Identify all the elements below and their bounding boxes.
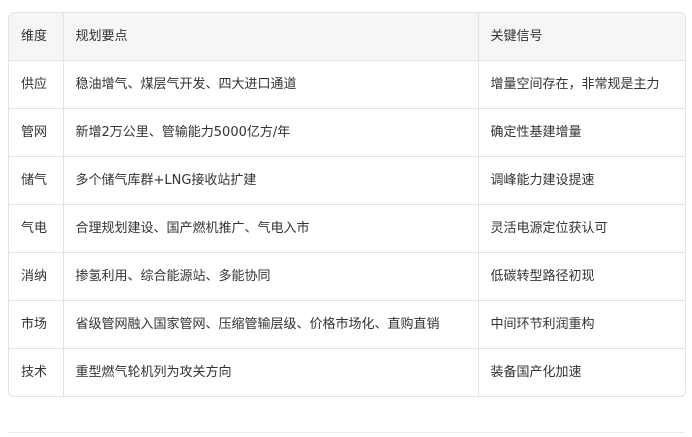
cell-key-signal: 灵活电源定位获认可 [478,204,685,253]
cell-dimension: 市场 [9,300,64,349]
header-key-signals: 关键信号 [478,13,685,61]
cell-key-signal: 增量空间存在，非常规是主力 [478,60,685,109]
cell-dimension: 储气 [9,156,64,205]
data-table: 维度 规划要点 关键信号 供应 稳油增气、煤层气开发、四大进口通道 增量空间存在… [9,13,685,396]
divider [8,432,684,433]
data-table-container: 维度 规划要点 关键信号 供应 稳油增气、煤层气开发、四大进口通道 增量空间存在… [8,12,686,397]
table-row: 储气 多个储气库群+LNG接收站扩建 调峰能力建设提速 [9,156,685,205]
header-dimension: 维度 [9,13,64,61]
cell-key-signal: 低碳转型路径初现 [478,252,685,301]
cell-dimension: 消纳 [9,252,64,301]
cell-dimension: 管网 [9,108,64,157]
cell-dimension: 供应 [9,60,64,109]
cell-plan-points: 多个储气库群+LNG接收站扩建 [63,156,479,205]
cell-dimension: 技术 [9,348,64,396]
cell-plan-points: 重型燃气轮机列为攻关方向 [63,348,479,396]
cell-key-signal: 确定性基建增量 [478,108,685,157]
cell-plan-points: 省级管网融入国家管网、压缩管输层级、价格市场化、直购直销 [63,300,479,349]
cell-key-signal: 调峰能力建设提速 [478,156,685,205]
cell-plan-points: 掺氢利用、综合能源站、多能协同 [63,252,479,301]
table-header: 维度 规划要点 关键信号 [9,13,685,61]
table-row: 供应 稳油增气、煤层气开发、四大进口通道 增量空间存在，非常规是主力 [9,60,685,109]
table-row: 气电 合理规划建设、国产燃机推广、气电入市 灵活电源定位获认可 [9,204,685,253]
cell-plan-points: 新增2万公里、管输能力5000亿方/年 [63,108,479,157]
header-plan-points: 规划要点 [63,13,479,61]
table-row: 消纳 掺氢利用、综合能源站、多能协同 低碳转型路径初现 [9,252,685,301]
table-header-row: 维度 规划要点 关键信号 [9,13,685,61]
table-row: 市场 省级管网融入国家管网、压缩管输层级、价格市场化、直购直销 中间环节利润重构 [9,300,685,349]
table-body: 供应 稳油增气、煤层气开发、四大进口通道 增量空间存在，非常规是主力 管网 新增… [9,60,685,396]
table-row: 管网 新增2万公里、管输能力5000亿方/年 确定性基建增量 [9,108,685,157]
cell-plan-points: 合理规划建设、国产燃机推广、气电入市 [63,204,479,253]
cell-key-signal: 中间环节利润重构 [478,300,685,349]
cell-plan-points: 稳油增气、煤层气开发、四大进口通道 [63,60,479,109]
cell-key-signal: 装备国产化加速 [490,365,582,380]
table-row: 技术 重型燃气轮机列为攻关方向 装备国产化加速 [9,348,685,396]
cell-dimension: 气电 [9,204,64,253]
